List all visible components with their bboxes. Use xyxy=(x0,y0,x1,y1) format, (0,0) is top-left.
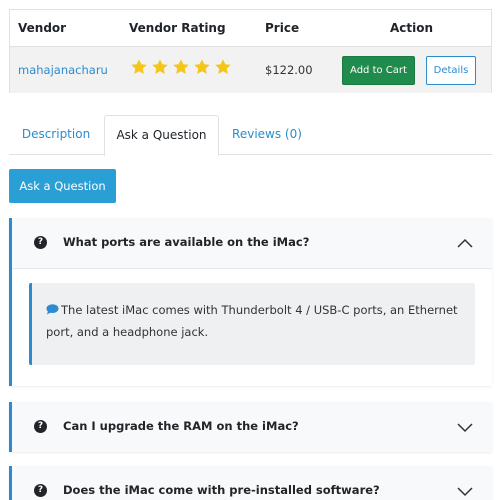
faq-question: Does the iMac come with pre-installed so… xyxy=(63,483,380,497)
vendor-table: Vendor Vendor Rating Price Action mahaja… xyxy=(9,9,492,93)
chevron-down-icon[interactable] xyxy=(456,484,474,498)
vendor-rating-stars xyxy=(130,58,232,76)
star-icon xyxy=(173,59,189,74)
faq-question-header[interactable]: ? Can I upgrade the RAM on the iMac? xyxy=(12,402,492,452)
ask-a-question-button[interactable]: Ask a Question xyxy=(9,169,116,203)
question-circle-icon: ? xyxy=(34,420,47,433)
faq-answer: The latest iMac comes with Thunderbolt 4… xyxy=(46,299,466,343)
column-header-vendor: Vendor xyxy=(18,21,67,35)
speech-bubble-icon xyxy=(46,304,59,315)
product-tabs: Description Ask a Question Reviews (0) xyxy=(9,115,492,156)
faq-item: ? Can I upgrade the RAM on the iMac? xyxy=(9,402,492,452)
vendor-name-link[interactable]: mahajanacharu xyxy=(18,63,108,77)
faq-answer-text: The latest iMac comes with Thunderbolt 4… xyxy=(46,303,458,339)
chevron-up-icon[interactable] xyxy=(456,236,474,250)
tab-reviews[interactable]: Reviews (0) xyxy=(222,115,312,155)
add-to-cart-button[interactable]: Add to Cart xyxy=(342,56,415,85)
chevron-down-icon[interactable] xyxy=(456,420,474,434)
question-circle-icon: ? xyxy=(34,484,47,497)
details-button[interactable]: Details xyxy=(426,56,476,85)
faq-answer-panel: The latest iMac comes with Thunderbolt 4… xyxy=(12,269,492,386)
question-circle-icon: ? xyxy=(34,236,47,249)
table-row: mahajanacharu $122.00 Add to Cart Detail… xyxy=(10,47,491,93)
faq-answer-box: The latest iMac comes with Thunderbolt 4… xyxy=(29,283,475,365)
faq-question: What ports are available on the iMac? xyxy=(63,235,310,249)
faq-item: ? What ports are available on the iMac? … xyxy=(9,218,492,386)
column-header-rating: Vendor Rating xyxy=(129,21,226,35)
faq-question: Can I upgrade the RAM on the iMac? xyxy=(63,419,299,433)
star-icon xyxy=(131,59,147,74)
star-icon xyxy=(194,59,210,74)
faq-item: ? Does the iMac come with pre-installed … xyxy=(9,466,492,500)
vendor-table-header: Vendor Vendor Rating Price Action xyxy=(10,10,491,47)
faq-question-header[interactable]: ? Does the iMac come with pre-installed … xyxy=(12,466,492,500)
price-value: $122.00 xyxy=(265,63,313,77)
tab-description[interactable]: Description xyxy=(9,115,103,155)
column-header-action: Action xyxy=(390,21,434,35)
star-icon xyxy=(152,59,168,74)
column-header-price: Price xyxy=(265,21,300,35)
faq-question-header[interactable]: ? What ports are available on the iMac? xyxy=(12,218,492,269)
star-icon xyxy=(215,59,231,74)
tab-ask-a-question[interactable]: Ask a Question xyxy=(104,115,219,156)
